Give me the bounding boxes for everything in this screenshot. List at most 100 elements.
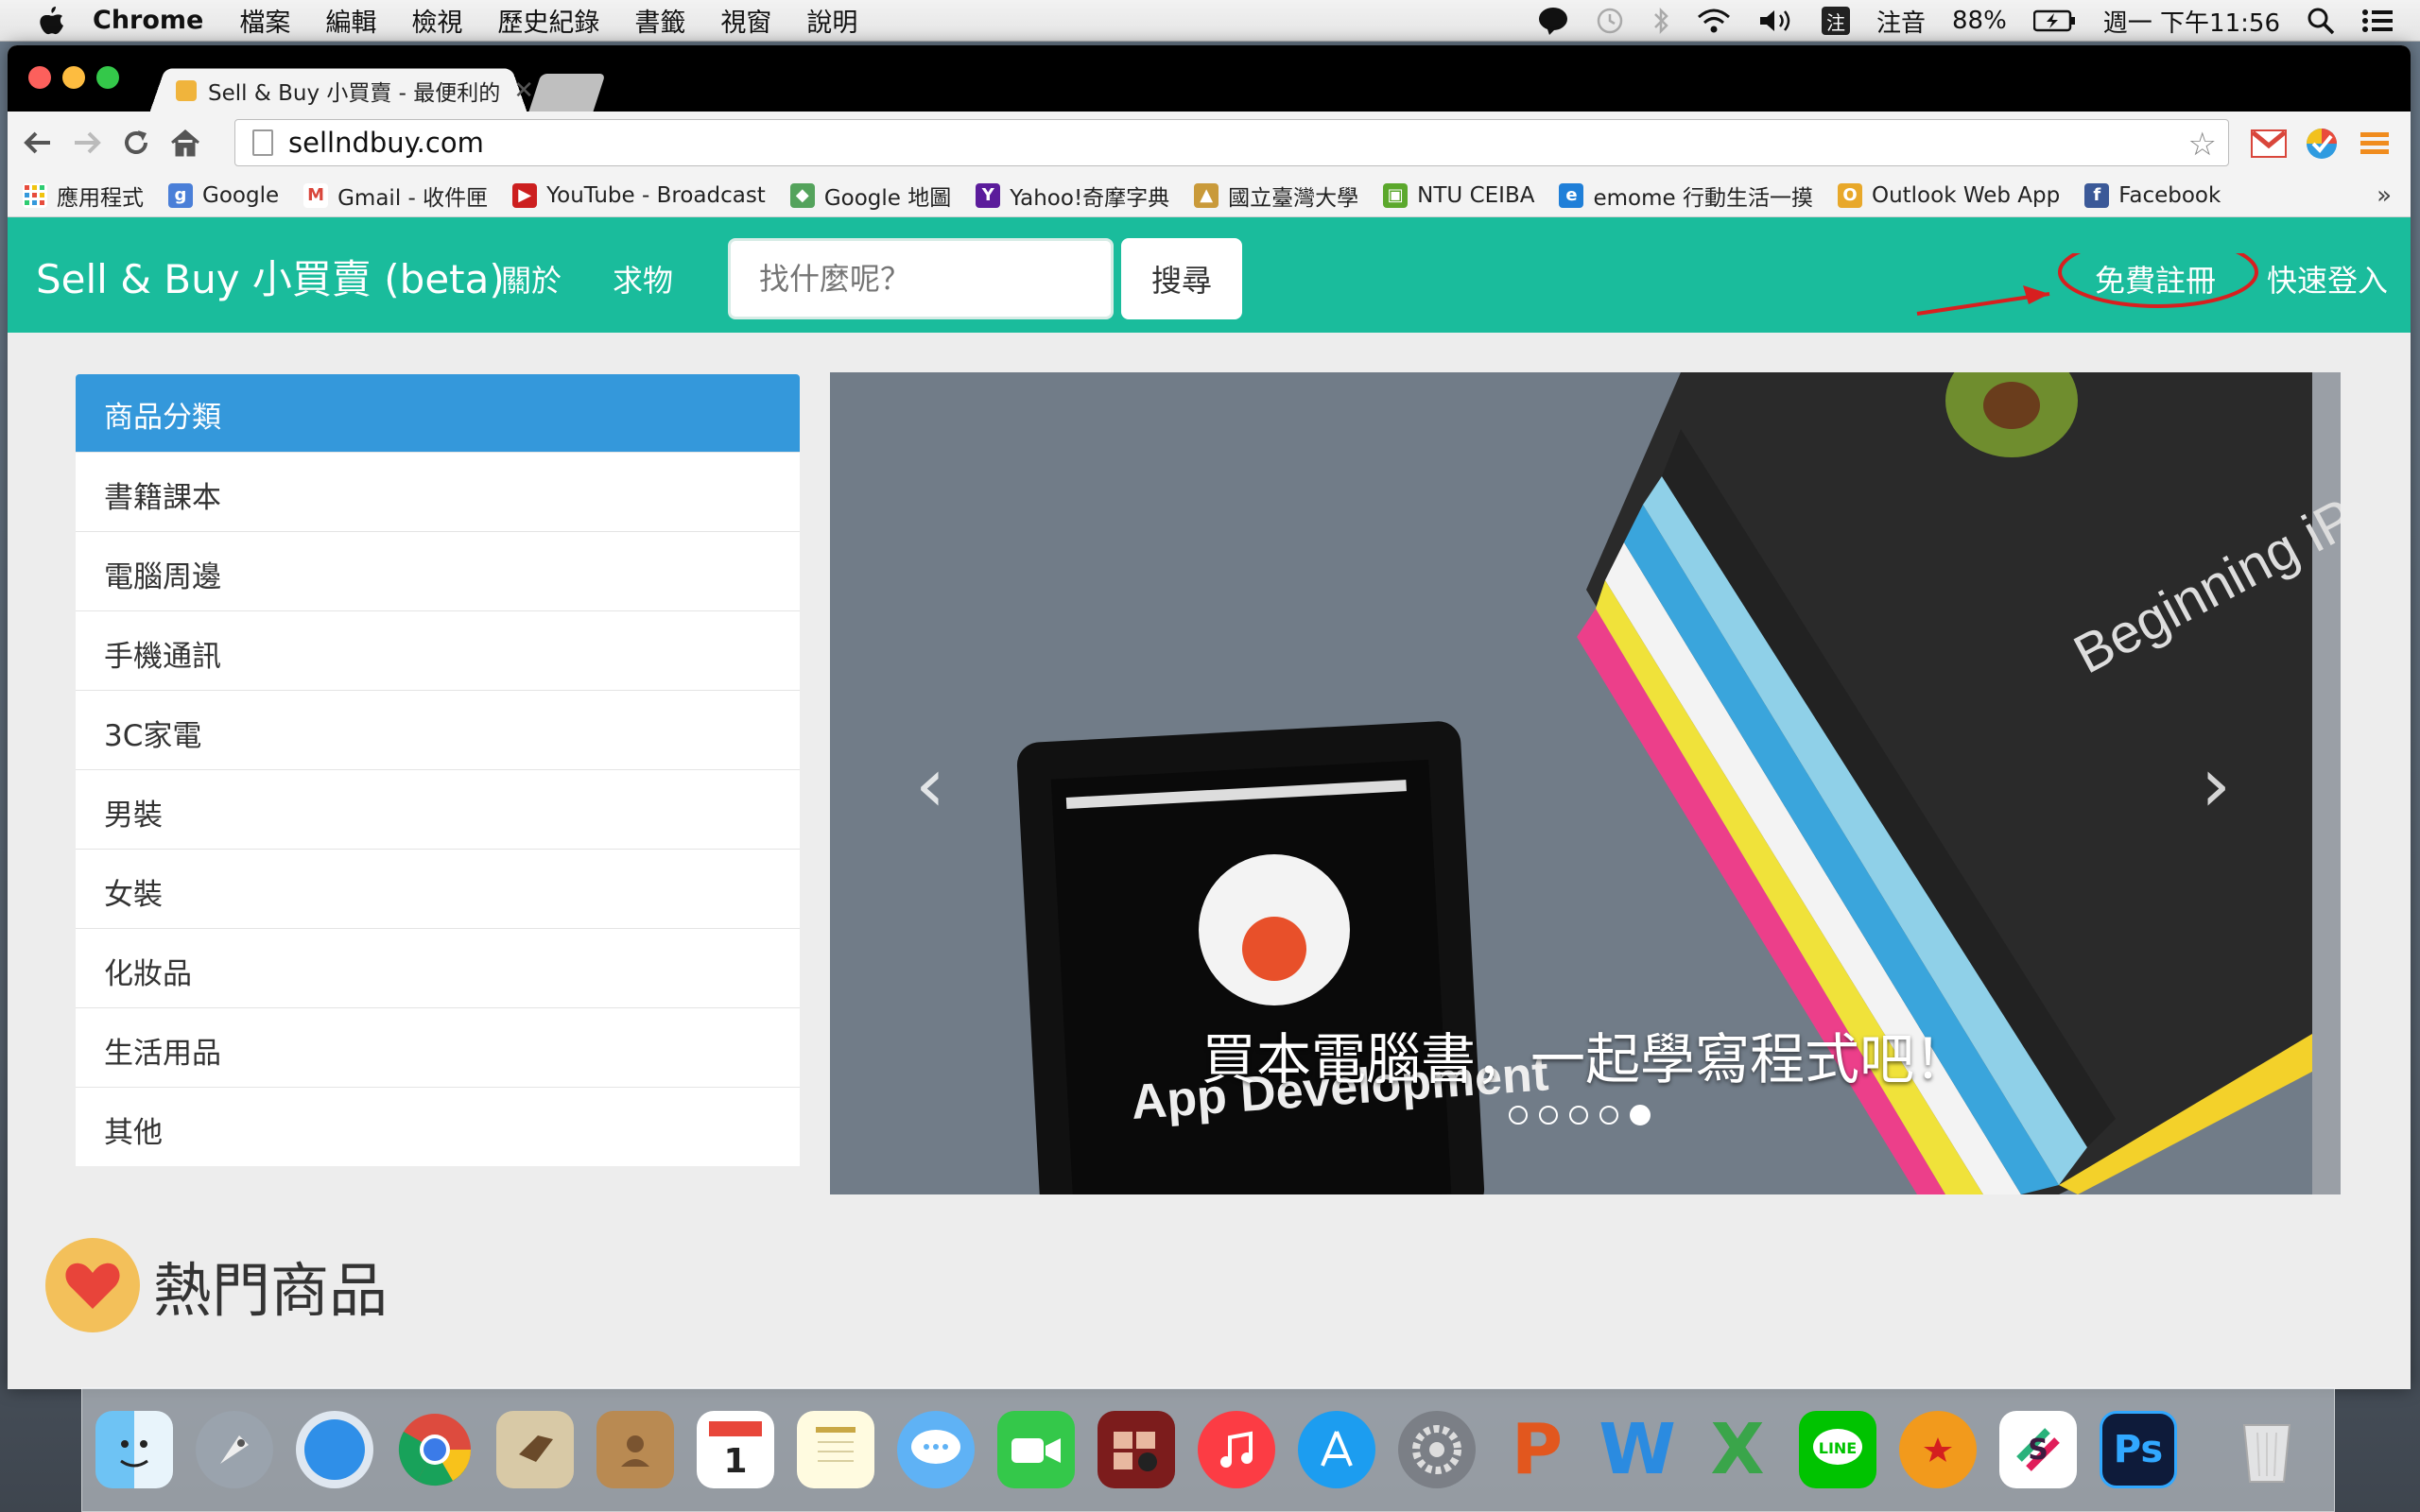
- category-item-other[interactable]: 其他: [76, 1087, 800, 1166]
- login-link[interactable]: 快速登入: [2267, 257, 2388, 301]
- messages-bubble-icon[interactable]: [897, 1411, 975, 1488]
- tab-content[interactable]: Sell & Buy 小買賣 - 最便利的 ✕: [176, 70, 534, 112]
- menu-view[interactable]: 檢視: [411, 2, 462, 39]
- carousel-next-chevron-icon[interactable]: ›: [2201, 741, 2231, 829]
- site-brand[interactable]: Sell & Buy 小買賣 (beta): [36, 248, 505, 305]
- bookmarks-overflow-icon[interactable]: »: [2377, 181, 2392, 210]
- category-item-daily[interactable]: 生活用品: [76, 1007, 800, 1087]
- category-item-cosmetics[interactable]: 化妝品: [76, 928, 800, 1007]
- battery-icon[interactable]: [2032, 9, 2077, 32]
- category-item-computer[interactable]: 電腦周邊: [76, 531, 800, 610]
- time-machine-icon[interactable]: [1595, 6, 1625, 36]
- calendar-icon[interactable]: 1: [697, 1411, 774, 1488]
- excel-icon[interactable]: X: [1699, 1409, 1776, 1490]
- slack-icon[interactable]: S: [1999, 1411, 2077, 1488]
- carousel-indicator[interactable]: [1539, 1106, 1558, 1125]
- line-status-icon[interactable]: [1538, 7, 1568, 35]
- menu-history[interactable]: 歷史紀錄: [497, 2, 599, 39]
- heart-icon: [45, 1238, 140, 1332]
- safari-compass-icon[interactable]: [296, 1411, 373, 1488]
- app-name-menu[interactable]: Chrome: [93, 6, 203, 35]
- apple-icon[interactable]: [36, 5, 68, 37]
- category-item-menswear[interactable]: 男裝: [76, 769, 800, 849]
- nav-about[interactable]: 關於: [501, 257, 562, 301]
- carousel-indicator[interactable]: [1569, 1106, 1588, 1125]
- itunes-music-icon[interactable]: [1198, 1411, 1275, 1488]
- new-tab-button[interactable]: [528, 74, 606, 112]
- bookmark-emome[interactable]: e emome 行動生活一摸: [1559, 180, 1813, 212]
- app-store-icon[interactable]: [1298, 1411, 1375, 1488]
- launchpad-rocket-icon[interactable]: [196, 1411, 273, 1488]
- facetime-camera-icon[interactable]: [997, 1411, 1075, 1488]
- volume-icon[interactable]: [1757, 7, 1795, 35]
- bookmark-apps[interactable]: 應用程式: [23, 180, 144, 212]
- tab-close-icon[interactable]: ✕: [513, 77, 534, 105]
- home-icon[interactable]: [166, 124, 204, 162]
- photo-booth-icon[interactable]: [1098, 1411, 1175, 1488]
- trash-icon[interactable]: [2228, 1411, 2306, 1488]
- chrome-icon[interactable]: [396, 1411, 474, 1488]
- clock[interactable]: 週一 下午11:56: [2103, 4, 2280, 39]
- line-app-icon[interactable]: LINE: [1799, 1411, 1876, 1488]
- dragon-ball-icon[interactable]: [1899, 1411, 1977, 1488]
- word-icon[interactable]: W: [1599, 1409, 1676, 1490]
- category-item-3c[interactable]: 3C家電: [76, 690, 800, 769]
- wifi-icon[interactable]: [1697, 8, 1731, 34]
- mail-stamp-icon[interactable]: [496, 1411, 574, 1488]
- contacts-book-icon[interactable]: [596, 1411, 674, 1488]
- menu-help[interactable]: 說明: [806, 2, 857, 39]
- minimize-window-button[interactable]: [62, 66, 85, 89]
- bookmark-star-icon[interactable]: ☆: [2188, 126, 2217, 163]
- bookmark-google[interactable]: g Google: [168, 182, 280, 208]
- bookmark-yahoo-dictionary[interactable]: Y Yahoo!奇摩字典: [976, 180, 1169, 212]
- gmail-icon: M: [303, 182, 329, 208]
- close-window-button[interactable]: [28, 66, 51, 89]
- gmail-extension-icon[interactable]: [2250, 125, 2288, 163]
- image-carousel[interactable]: Beginning iPhone Games Development App D…: [830, 372, 2341, 1194]
- carousel-indicator[interactable]: [1599, 1106, 1618, 1125]
- search-button[interactable]: 搜尋: [1121, 238, 1242, 319]
- bookmark-facebook[interactable]: f Facebook: [2084, 182, 2221, 208]
- carousel-indicator-active[interactable]: [1630, 1105, 1651, 1125]
- forward-arrow-icon[interactable]: [68, 124, 106, 162]
- ntu-icon: ▲: [1194, 182, 1219, 208]
- menu-window[interactable]: 視窗: [720, 2, 771, 39]
- bluetooth-icon[interactable]: [1651, 6, 1670, 36]
- category-item-mobile[interactable]: 手機通訊: [76, 610, 800, 690]
- finder-icon[interactable]: [95, 1411, 173, 1488]
- menu-file[interactable]: 檔案: [239, 2, 290, 39]
- zoom-window-button[interactable]: [96, 66, 119, 89]
- url-text[interactable]: sellndbuy.com: [288, 127, 484, 159]
- carousel-caption: 買本電腦書，一起學寫程式吧！: [1201, 1027, 1969, 1091]
- notification-center-icon[interactable]: [2361, 9, 2394, 33]
- bookmark-ntu-ceiba[interactable]: ▣ NTU CEIBA: [1383, 182, 1534, 208]
- bookmark-google-maps[interactable]: ◆ Google 地圖: [789, 180, 951, 212]
- photoshop-icon[interactable]: Ps: [2100, 1411, 2177, 1488]
- category-item-womenswear[interactable]: 女裝: [76, 849, 800, 928]
- category-item-books[interactable]: 書籍課本: [76, 452, 800, 531]
- bookmark-gmail[interactable]: M Gmail - 收件匣: [303, 180, 488, 212]
- input-method-label[interactable]: 注音: [1876, 4, 1926, 39]
- notes-icon[interactable]: [797, 1411, 874, 1488]
- bookmark-label: Google: [202, 182, 280, 208]
- chrome-menu-icon[interactable]: [2356, 125, 2394, 163]
- bookmark-ntu[interactable]: ▲ 國立臺灣大學: [1194, 180, 1358, 212]
- menu-bookmarks[interactable]: 書籤: [634, 2, 685, 39]
- bookmark-youtube[interactable]: ▶ YouTube - Broadcast: [512, 182, 766, 208]
- register-link[interactable]: 免費註冊: [2095, 257, 2216, 301]
- carousel-indicator[interactable]: [1509, 1106, 1528, 1125]
- menu-edit[interactable]: 編輯: [325, 2, 376, 39]
- back-arrow-icon[interactable]: [19, 124, 57, 162]
- carousel-prev-chevron-icon[interactable]: ‹: [915, 741, 945, 829]
- bookmark-outlook[interactable]: O Outlook Web App: [1837, 182, 2060, 208]
- nav-request[interactable]: 求物: [613, 257, 673, 301]
- input-method-icon[interactable]: 注: [1821, 7, 1850, 35]
- search-input[interactable]: [728, 238, 1114, 319]
- address-bar[interactable]: sellndbuy.com ☆: [234, 119, 2229, 166]
- extension-check-icon[interactable]: [2303, 125, 2341, 163]
- spotlight-search-icon[interactable]: [2307, 7, 2335, 35]
- system-preferences-gear-icon[interactable]: [1398, 1411, 1476, 1488]
- powerpoint-icon[interactable]: P: [1498, 1409, 1576, 1490]
- reload-icon[interactable]: [117, 124, 155, 162]
- battery-percent[interactable]: 88%: [1952, 7, 2007, 35]
